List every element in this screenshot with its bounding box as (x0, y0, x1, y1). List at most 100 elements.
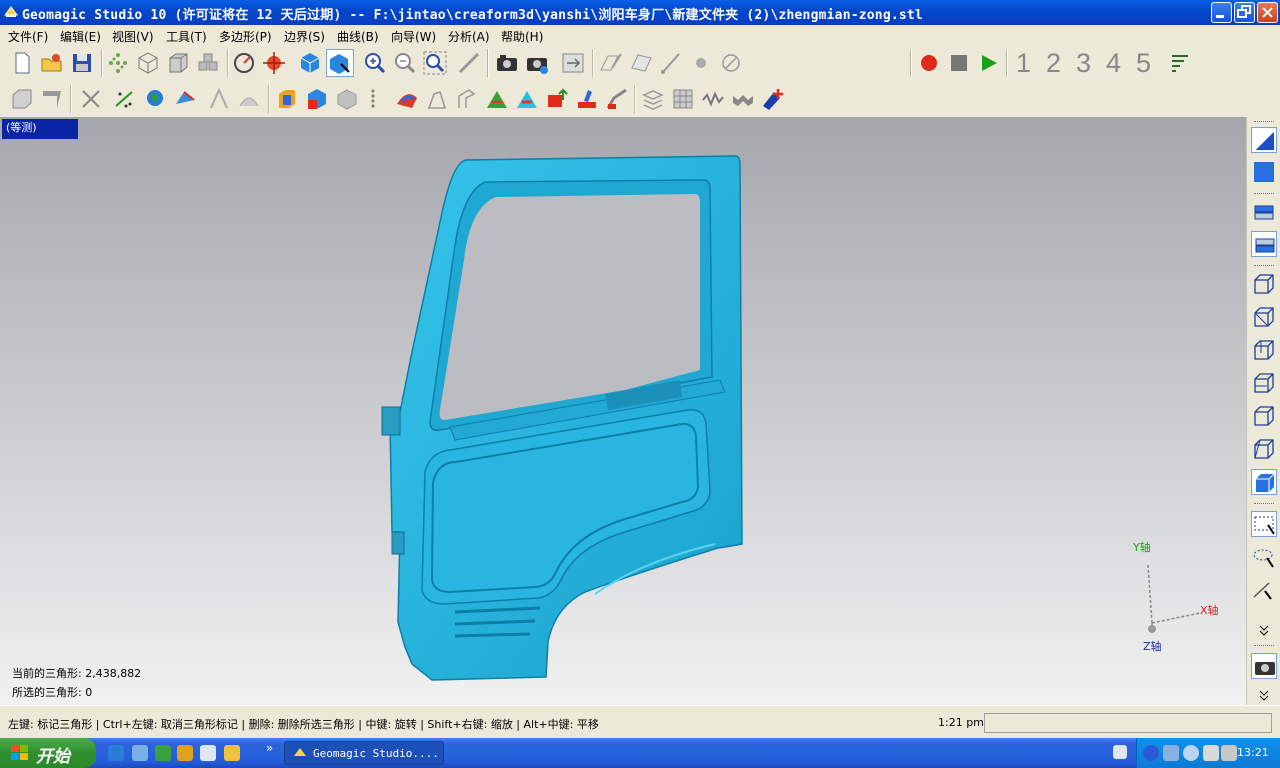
circle-button[interactable] (718, 50, 744, 76)
rotate-view-button[interactable] (231, 50, 257, 76)
mask-quicklaunch-icon[interactable] (177, 745, 193, 761)
menu-tools[interactable]: 工具(T) (166, 28, 207, 45)
view-back-button[interactable] (1251, 304, 1277, 330)
close-button[interactable] (1257, 2, 1278, 23)
desktop-quicklaunch-icon[interactable] (132, 745, 148, 761)
reduce-noise-button[interactable] (112, 86, 138, 112)
display-smooth-button[interactable] (1251, 159, 1277, 185)
more-tools-button-2[interactable] (1251, 689, 1277, 703)
menu-curves[interactable]: 曲线(B) (337, 28, 379, 45)
view-top-button[interactable] (1251, 403, 1277, 429)
point-button[interactable] (688, 50, 714, 76)
multiview-button[interactable] (195, 50, 221, 76)
macro-4-button[interactable]: 4 (1106, 48, 1121, 79)
line-select-button[interactable] (1251, 577, 1277, 603)
sharpen-button[interactable] (206, 86, 232, 112)
macro-3-button[interactable]: 3 (1076, 48, 1091, 79)
car-door-model[interactable] (370, 152, 760, 687)
security-icon[interactable] (1203, 745, 1219, 761)
smooth-button[interactable] (236, 86, 262, 112)
view-cube-button[interactable] (297, 50, 323, 76)
restore-button[interactable] (1234, 2, 1255, 23)
select-tool-button[interactable] (326, 49, 354, 77)
extrude-button[interactable] (544, 86, 570, 112)
box-select-button[interactable] (9, 86, 35, 112)
cut-button[interactable] (454, 86, 480, 112)
mesh-doctor-button[interactable] (172, 86, 198, 112)
network-icon[interactable] (1163, 745, 1179, 761)
keyboard-icon[interactable] (1113, 745, 1127, 759)
view-right-button[interactable] (1251, 370, 1277, 396)
zoom-out-button[interactable] (392, 50, 418, 76)
menu-polygons[interactable]: 多边形(P) (219, 28, 272, 45)
macro-2-button[interactable]: 2 (1046, 48, 1061, 79)
boolean-button[interactable] (304, 86, 330, 112)
relax-button[interactable] (424, 86, 450, 112)
quicklaunch-more[interactable]: » (266, 741, 273, 755)
export-button[interactable] (560, 50, 586, 76)
menu-view[interactable]: 视图(V) (112, 28, 154, 45)
display-shaded-button[interactable] (1251, 127, 1277, 153)
macro-5-button[interactable]: 5 (1136, 48, 1151, 79)
umbrella-quicklaunch-icon[interactable] (155, 745, 171, 761)
shield-icon[interactable] (1183, 745, 1199, 761)
center-view-button[interactable] (261, 50, 287, 76)
capture-view-button[interactable] (1251, 653, 1277, 679)
save-button[interactable] (69, 50, 95, 76)
zoom-in-button[interactable] (362, 50, 388, 76)
delete-button[interactable] (78, 86, 104, 112)
menu-file[interactable]: 文件(F) (8, 28, 48, 45)
menu-boundaries[interactable]: 边界(S) (284, 28, 325, 45)
snapshot-button[interactable] (494, 50, 520, 76)
sketch-button[interactable] (598, 50, 624, 76)
globe-button[interactable] (142, 86, 168, 112)
viewport-3d[interactable]: (等测) 当前的三角形: 2,438,882 所选的三角形: 0 Y轴 X轴 Z… (0, 117, 1246, 705)
macro-1-button[interactable]: 1 (1016, 48, 1031, 79)
fill-holes-button[interactable] (274, 86, 300, 112)
add-feature-button[interactable] (760, 86, 786, 112)
line-button[interactable] (658, 50, 684, 76)
grid-button[interactable] (670, 86, 696, 112)
menu-edit[interactable]: 编辑(E) (60, 28, 101, 45)
record-macro-button[interactable] (916, 50, 942, 76)
view-front-button[interactable] (1251, 271, 1277, 297)
start-button[interactable]: 开始 (0, 738, 96, 768)
trim-plane-button[interactable] (484, 86, 510, 112)
shell-button[interactable] (394, 86, 420, 112)
open-file-button[interactable] (39, 50, 65, 76)
view-isometric-button[interactable] (1251, 469, 1277, 495)
minimize-button[interactable] (1211, 2, 1232, 23)
macro-list-button[interactable] (1168, 50, 1194, 76)
explorer-quicklaunch-icon[interactable] (200, 745, 216, 761)
points-to-mesh-button[interactable] (360, 86, 386, 112)
thicken-button[interactable] (604, 86, 630, 112)
zoom-fit-button[interactable] (422, 50, 448, 76)
measure-button[interactable] (456, 50, 482, 76)
stop-macro-button[interactable] (946, 50, 972, 76)
plane-button[interactable] (628, 50, 654, 76)
offset-button[interactable] (334, 86, 360, 112)
layer-down-button[interactable] (1251, 199, 1277, 225)
rect-select-button[interactable] (1251, 511, 1277, 537)
task-geomagic[interactable]: Geomagic Studio.... (284, 741, 444, 765)
tray-arrow-icon[interactable] (1143, 745, 1159, 761)
points-display-button[interactable] (105, 50, 131, 76)
play-macro-button[interactable] (976, 50, 1002, 76)
ribbon-button[interactable] (730, 86, 756, 112)
ie-quicklaunch-icon[interactable] (108, 745, 124, 761)
view-bottom-button[interactable] (1251, 436, 1277, 462)
volume-icon[interactable] (1221, 745, 1237, 761)
layers-button[interactable] (640, 86, 666, 112)
surface-button[interactable] (39, 86, 65, 112)
sections-button[interactable] (514, 86, 540, 112)
clock-quicklaunch-icon[interactable] (224, 745, 240, 761)
menu-analysis[interactable]: 分析(A) (448, 28, 490, 45)
layer-up-button[interactable] (1251, 231, 1277, 257)
menu-wizard[interactable]: 向导(W) (391, 28, 436, 45)
menu-help[interactable]: 帮助(H) (501, 28, 543, 45)
view-left-button[interactable] (1251, 337, 1277, 363)
project-button[interactable] (574, 86, 600, 112)
shaded-button[interactable] (165, 50, 191, 76)
new-file-button[interactable] (9, 50, 35, 76)
wave-button[interactable] (700, 86, 726, 112)
